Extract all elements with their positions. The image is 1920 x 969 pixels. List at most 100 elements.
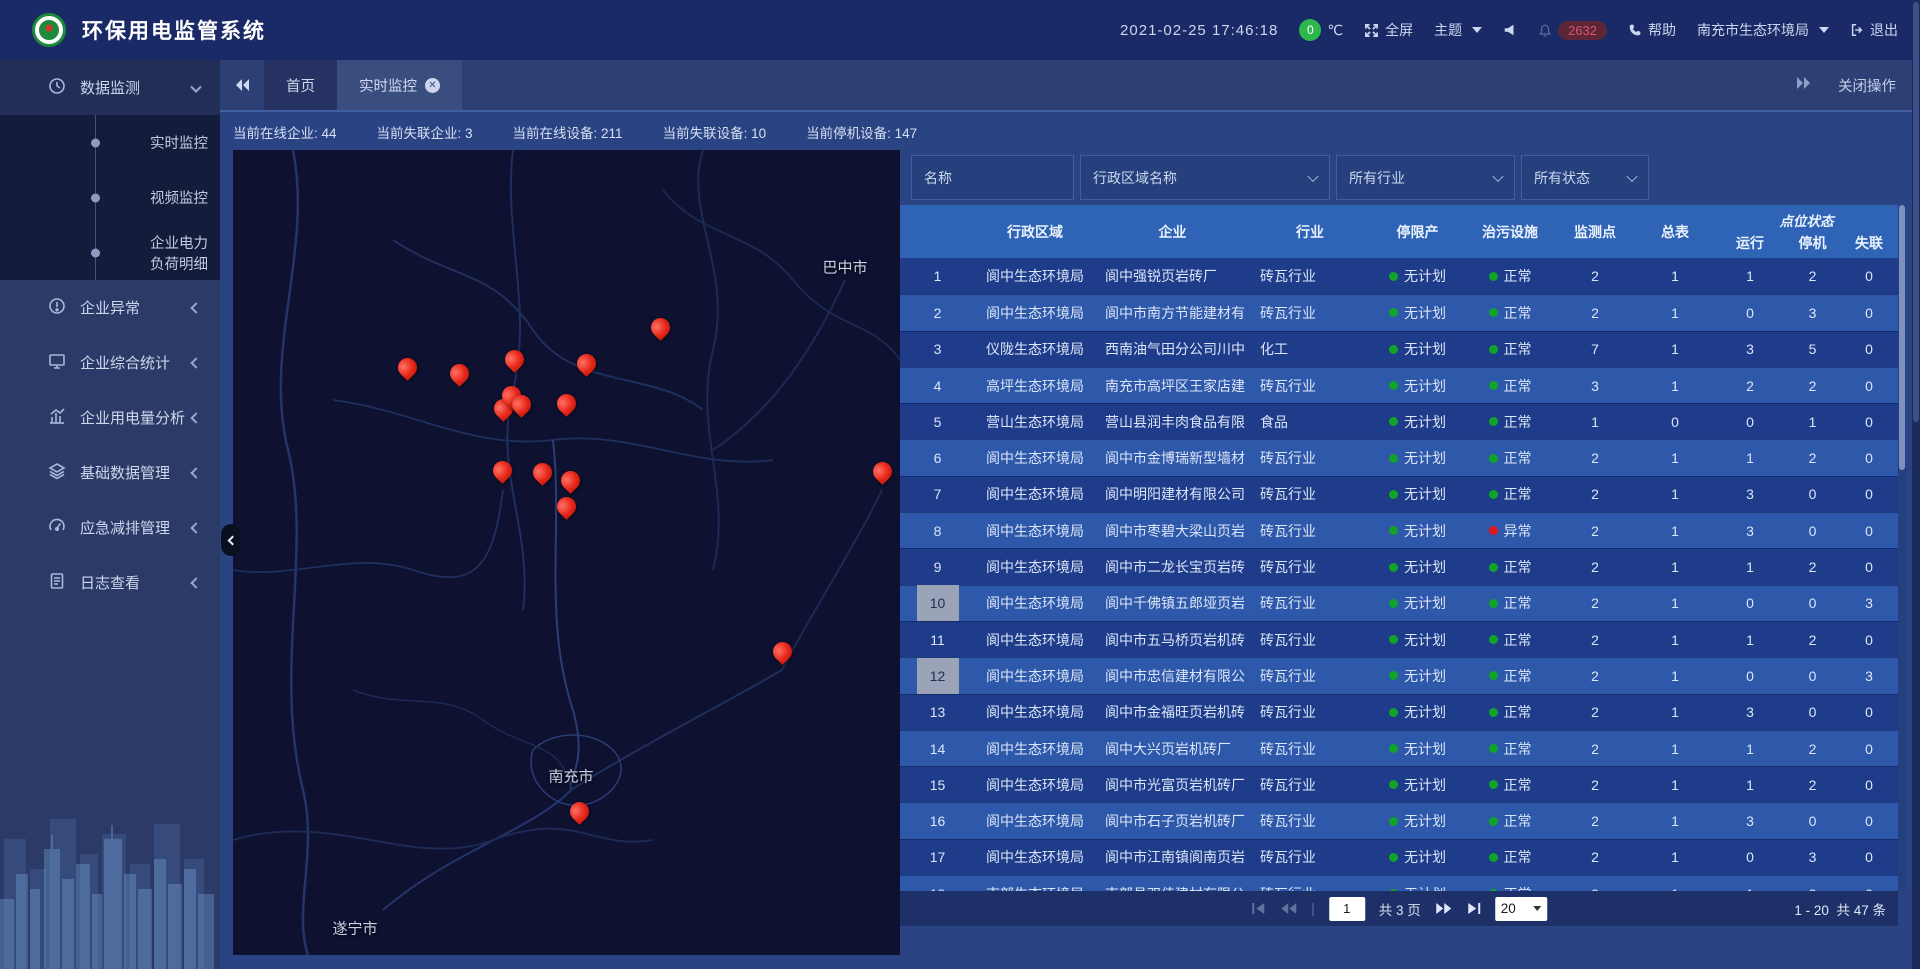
doc-icon: [48, 572, 66, 594]
table-row[interactable]: 8阆中生态环境局阆中市枣碧大梁山页岩砖瓦行业无计划异常21300: [900, 512, 1898, 548]
cell-limit: 无计划: [1370, 630, 1465, 650]
table-row[interactable]: 3仪陇生态环境局西南油气田分公司川中化工无计划正常71350: [900, 331, 1898, 367]
col-header-company: 企业: [1095, 205, 1250, 258]
cell-company: 阆中千佛镇五郎垭页岩: [1095, 593, 1250, 613]
map-panel[interactable]: 巴中市南充市遂宁市: [233, 150, 900, 955]
cell-points: 2: [1555, 632, 1635, 648]
status-dot-green: [1489, 454, 1498, 463]
chevron-down-icon: [1819, 27, 1829, 33]
cell-points: 2: [1555, 559, 1635, 575]
table-row[interactable]: 12阆中生态环境局阆中市忠信建材有限公砖瓦行业无计划正常21003: [900, 657, 1898, 693]
sidebar-group-label: 应急减排管理: [80, 517, 170, 538]
sidebar-group-7[interactable]: 日志查看: [0, 555, 220, 610]
table-row[interactable]: 16阆中生态环境局阆中市石子页岩机砖厂砖瓦行业无计划正常21300: [900, 802, 1898, 838]
table-row[interactable]: 17阆中生态环境局阆中市江南镇阆南页岩砖瓦行业无计划正常21030: [900, 839, 1898, 875]
limit-label: 无计划: [1404, 376, 1446, 396]
table-row[interactable]: 2阆中生态环境局阆中市南方节能建材有砖瓦行业无计划正常21030: [900, 294, 1898, 330]
region-filter-select[interactable]: 行政区域名称: [1080, 155, 1330, 200]
table-row[interactable]: 1阆中生态环境局阆中强锐页岩砖厂砖瓦行业无计划正常21120: [900, 258, 1898, 294]
fullscreen-button[interactable]: 全屏: [1364, 20, 1413, 40]
theme-dropdown[interactable]: 主题: [1434, 20, 1482, 40]
table-row[interactable]: 7阆中生态环境局阆中明阳建材有限公司砖瓦行业无计划正常21300: [900, 476, 1898, 512]
col-header-point-status: 点位状态: [1715, 210, 1898, 230]
page-size-select[interactable]: 20: [1495, 897, 1547, 921]
sidebar-item-2[interactable]: 视频监控: [0, 170, 220, 225]
table-scrollbar-thumb[interactable]: [1899, 205, 1905, 470]
table-row[interactable]: 5营山生态环境局营山县润丰肉食品有限食品无计划正常10010: [900, 403, 1898, 439]
sidebar-group-2[interactable]: 企业异常: [0, 280, 220, 335]
cell-run: 3: [1715, 486, 1785, 502]
col-header-point-status-group: 点位状态 运行 停机 失联: [1715, 205, 1898, 258]
chevron-down-icon: [190, 81, 201, 92]
sidebar-item-3[interactable]: 企业电力负荷明细: [0, 225, 220, 280]
tab-home[interactable]: 首页: [264, 60, 337, 110]
next-page-button[interactable]: [1435, 902, 1452, 915]
cell-num: 10: [900, 585, 975, 621]
name-filter-input[interactable]: 名称: [911, 155, 1074, 200]
cell-facility: 正常: [1465, 448, 1555, 468]
last-page-button[interactable]: [1466, 902, 1481, 915]
cell-lost: 0: [1840, 813, 1898, 829]
close-operations-button[interactable]: 关闭操作: [1838, 75, 1896, 96]
cell-lost: 0: [1840, 741, 1898, 757]
table-row[interactable]: 6阆中生态环境局阆中市金博瑞新型墙材砖瓦行业无计划正常21120: [900, 439, 1898, 475]
cell-num: 3: [900, 331, 975, 367]
org-dropdown[interactable]: 南充市生态环境局: [1697, 20, 1829, 40]
table-row[interactable]: 13阆中生态环境局阆中市金福旺页岩机砖砖瓦行业无计划正常21300: [900, 694, 1898, 730]
table-row[interactable]: 15阆中生态环境局阆中市光富页岩机砖厂砖瓦行业无计划正常21120: [900, 766, 1898, 802]
speaker-icon[interactable]: [1503, 23, 1517, 37]
table-row[interactable]: 14阆中生态环境局阆中大兴页岩机砖厂砖瓦行业无计划正常21120: [900, 730, 1898, 766]
facility-label: 正常: [1504, 448, 1532, 468]
table-row[interactable]: 11阆中生态环境局阆中市五马桥页岩机砖砖瓦行业无计划正常21120: [900, 621, 1898, 657]
cell-stop: 0: [1785, 486, 1840, 502]
cell-run: 1: [1715, 450, 1785, 466]
limit-label: 无计划: [1404, 266, 1446, 286]
industry-filter-select[interactable]: 所有行业: [1336, 155, 1515, 200]
fullscreen-icon: [1364, 23, 1379, 38]
sidebar-group-3[interactable]: 企业综合统计: [0, 335, 220, 390]
clock-icon: [48, 77, 66, 99]
limit-label: 无计划: [1404, 593, 1446, 613]
cell-industry: 砖瓦行业: [1250, 884, 1370, 891]
chevron-left-icon: [190, 357, 201, 368]
panel-collapse-handle[interactable]: [221, 524, 241, 556]
table-row[interactable]: 9阆中生态环境局阆中市二龙长宝页岩砖砖瓦行业无计划正常21120: [900, 548, 1898, 584]
prev-page-button[interactable]: [1280, 902, 1297, 915]
cell-points: 3: [1555, 378, 1635, 394]
cell-run: 0: [1715, 849, 1785, 865]
page-scrollbar[interactable]: [1912, 0, 1920, 969]
sidebar-item-1[interactable]: 实时监控: [0, 115, 220, 170]
table-row[interactable]: 4高坪生态环境局南充市高坪区王家店建砖瓦行业无计划正常31220: [900, 367, 1898, 403]
cell-points: 2: [1555, 704, 1635, 720]
chevron-left-icon: [190, 522, 201, 533]
sidebar-group-6[interactable]: 应急减排管理: [0, 500, 220, 555]
cell-stop: 5: [1785, 341, 1840, 357]
notifications[interactable]: 2632: [1538, 21, 1607, 40]
tabs-scroll-right-button[interactable]: [1796, 76, 1812, 94]
chevron-down-icon: [1533, 906, 1541, 911]
first-page-button[interactable]: [1251, 902, 1266, 915]
table-row[interactable]: 18南部生态环境局南部县双佳建材有限公砖瓦行业无计划正常21120: [900, 875, 1898, 891]
row-number: 13: [917, 694, 959, 730]
cell-num: 17: [900, 839, 975, 875]
tabs-scroll-left-button[interactable]: [220, 60, 264, 110]
cell-lost: 0: [1840, 486, 1898, 502]
table-row[interactable]: 10阆中生态环境局阆中千佛镇五郎垭页岩砖瓦行业无计划正常21003: [900, 585, 1898, 621]
help-button[interactable]: 帮助: [1628, 20, 1676, 40]
filter-bar: 名称 行政区域名称 所有行业 所有状态: [911, 155, 1649, 200]
sidebar-item-label: 企业电力负荷明细: [150, 232, 220, 274]
cell-limit: 无计划: [1370, 666, 1465, 686]
page-number-input[interactable]: [1329, 897, 1365, 921]
exit-button[interactable]: 退出: [1850, 20, 1898, 40]
cell-points: 2: [1555, 741, 1635, 757]
tab-close-icon[interactable]: ✕: [425, 78, 440, 93]
pagination-bar: | 共 3 页 20 1 - 20 共 47 条: [900, 891, 1898, 926]
sidebar-group-1[interactable]: 数据监测: [0, 60, 220, 115]
status-filter-select[interactable]: 所有状态: [1521, 155, 1649, 200]
map-city-label: 巴中市: [822, 257, 867, 278]
sidebar-group-4[interactable]: 企业用电量分析: [0, 390, 220, 445]
tab-realtime-monitor[interactable]: 实时监控 ✕: [337, 60, 462, 110]
sidebar-group-5[interactable]: 基础数据管理: [0, 445, 220, 500]
page-scrollbar-thumb[interactable]: [1913, 2, 1919, 422]
table-scrollbar[interactable]: [1898, 205, 1906, 891]
